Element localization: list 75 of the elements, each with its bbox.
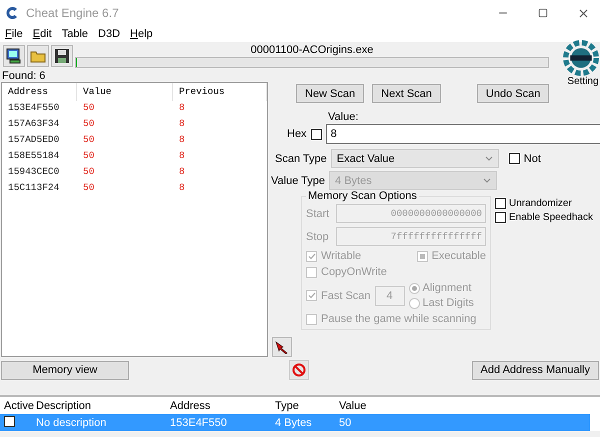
scan-type-dropdown[interactable]: Exact Value (330, 149, 499, 168)
close-icon[interactable] (576, 6, 590, 20)
table-cell-text: 50 (82, 166, 96, 176)
checkbox[interactable] (4, 416, 15, 426)
process-name: 00001100-ACOrigins.exe (250, 44, 374, 56)
radio-label: Last Digits (422, 297, 474, 309)
menu-item[interactable]: File (5, 28, 23, 40)
table-cell-text: 8 (178, 102, 186, 112)
menu-item[interactable]: D3D (98, 28, 120, 40)
no-entry-icon[interactable] (289, 360, 309, 380)
computer-icon[interactable] (3, 45, 25, 67)
add-address-button[interactable]: Add Address Manually (472, 360, 599, 380)
not-label: Not (524, 152, 541, 164)
column-header[interactable]: Active (0, 400, 32, 412)
table-cell-text: 8 (178, 182, 186, 192)
scan-button[interactable]: Next Scan (372, 84, 441, 103)
table-cell-text: 8 (178, 150, 186, 160)
table-cell-text: 50 (82, 150, 96, 160)
table-cell-text: 8 (178, 134, 186, 144)
found-count: Found: 6 (1, 70, 46, 82)
scan-type-label: Scan Type (275, 152, 327, 164)
value-label: Value: (328, 111, 360, 123)
table-cell-text: 153E4F550 (169, 416, 228, 428)
table-cell-text: 50 (82, 118, 96, 128)
table-cell-text: 8 (178, 118, 186, 128)
option-label: Unrandomizer (509, 198, 572, 209)
maximize-icon[interactable] (538, 8, 548, 18)
tick-icon (308, 252, 316, 260)
hex-label: Hex (287, 128, 307, 140)
value-input[interactable]: 8 (326, 124, 600, 144)
radio-label: Alignment (422, 282, 472, 294)
column-header[interactable]: Type (271, 400, 335, 412)
writable-label: Writable (321, 250, 362, 262)
menu-item[interactable]: Edit (32, 28, 52, 40)
table-cell-text: 153E4F550 (7, 102, 60, 112)
executable-label: Executable (432, 250, 486, 262)
menu-item[interactable]: Table (62, 28, 88, 40)
table-cell-text: 8 (178, 166, 186, 176)
value-type-label: Value Type (271, 174, 326, 186)
option-label: Enable Speedhack (509, 212, 593, 223)
table-cell-text: 15943CEC0 (7, 166, 60, 176)
chevron-down-icon (484, 156, 493, 161)
checkbox[interactable] (508, 153, 520, 164)
table-cell-text: 50 (82, 102, 96, 112)
group-title: Memory Scan Options (307, 190, 418, 202)
table-cell-text: 157AD5ED0 (7, 134, 60, 144)
gear-logo-icon[interactable] (563, 40, 599, 76)
column-header[interactable]: Value (335, 400, 590, 412)
checkbox[interactable] (495, 212, 506, 223)
table-cell-text: 50 (82, 182, 96, 192)
chevron-down-icon (483, 178, 492, 183)
table-cell-text: No description (35, 416, 108, 428)
start-label: Start (306, 208, 330, 220)
table-cell-text: 50 (82, 134, 96, 144)
checkbox[interactable] (495, 198, 506, 209)
fast-scan-label: Fast Scan (321, 290, 371, 302)
tick-icon (308, 292, 316, 299)
checkbox[interactable] (310, 128, 322, 140)
pause-label: Pause the game while scanning (321, 313, 476, 325)
table-cell-text: 157A63F34 (7, 118, 60, 128)
table-cell-text: 50 (338, 416, 352, 428)
table-cell-text: 158E55184 (7, 150, 60, 160)
scan-button[interactable]: Undo Scan (476, 84, 550, 103)
settings-label[interactable]: Setting (567, 76, 599, 87)
table-cell-text: 4 Bytes (274, 416, 313, 428)
memory-view-button[interactable]: Memory view (1, 360, 129, 380)
table-cell-text: 15C113F24 (7, 182, 60, 192)
window-title: Cheat Engine 6.7 (26, 6, 120, 20)
column-header[interactable]: Description (32, 400, 166, 412)
menu-item[interactable]: Help (130, 28, 153, 40)
scan-button[interactable]: New Scan (296, 84, 364, 103)
folder-icon[interactable] (27, 45, 49, 67)
copy-on-write-label: CopyOnWrite (321, 266, 387, 278)
stop-label: Stop (306, 230, 330, 242)
column-header[interactable]: Address (166, 400, 271, 412)
